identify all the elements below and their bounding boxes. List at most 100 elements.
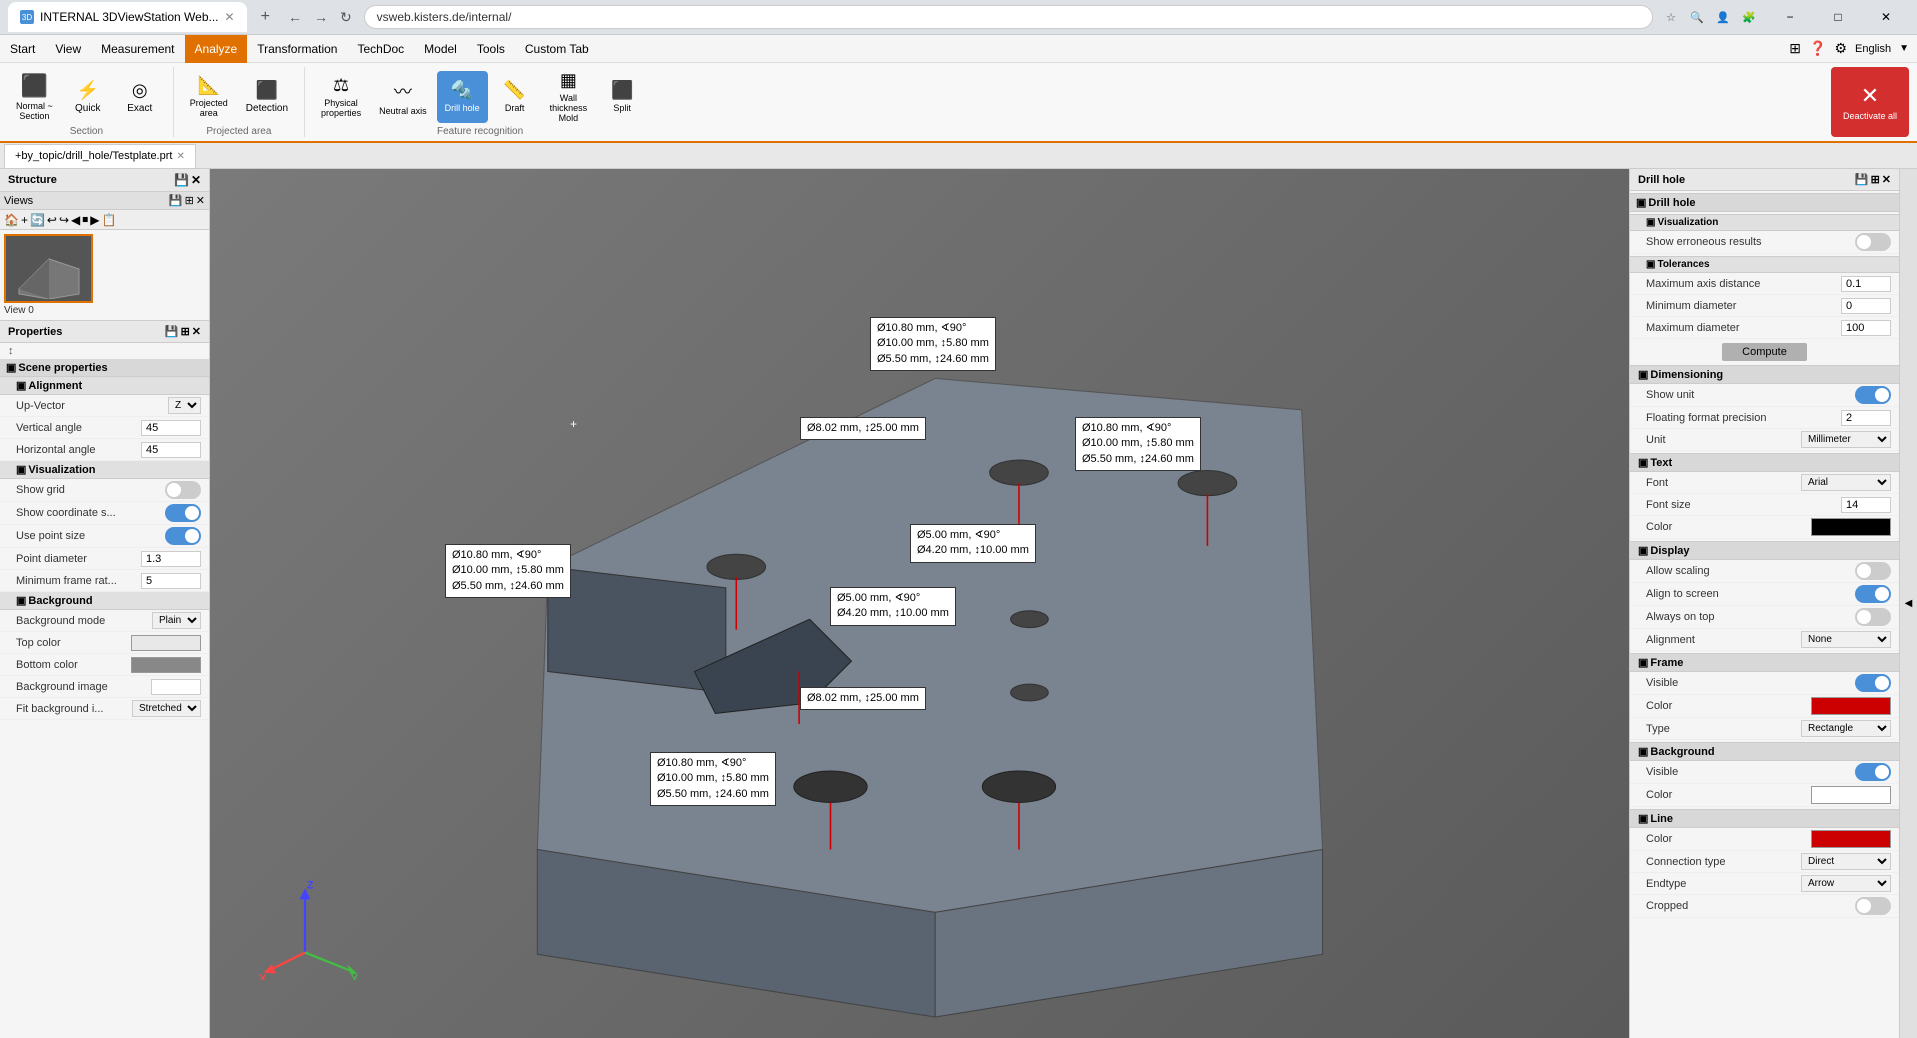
close-panel-icon[interactable]: ✕ <box>191 173 201 187</box>
menu-model[interactable]: Model <box>414 35 467 63</box>
background-mode-select[interactable]: Plain <box>152 612 201 629</box>
home-view-icon[interactable]: 🏠 <box>4 213 19 227</box>
extensions-icon[interactable]: 🧩 <box>1739 7 1759 27</box>
prev-view-icon[interactable]: ◀ <box>71 213 80 227</box>
address-bar[interactable]: vsweb.kisters.de/internal/ <box>364 5 1653 29</box>
toolbar-btn-exact[interactable]: ◎ Exact <box>115 71 165 123</box>
align-to-screen-toggle[interactable] <box>1855 585 1891 603</box>
visualization-section[interactable]: ▣ Visualization <box>0 461 209 479</box>
redo-view-icon[interactable]: ↪ <box>59 213 69 227</box>
max-diameter-input[interactable] <box>1841 320 1891 336</box>
layout-icon[interactable]: ⊞ <box>1789 40 1801 57</box>
show-unit-toggle[interactable] <box>1855 386 1891 404</box>
next-view-icon[interactable]: ▶ <box>90 213 99 227</box>
drill-hole-main-section[interactable]: ▣ Drill hole <box>1630 193 1899 212</box>
min-frame-rate-input[interactable] <box>141 573 201 589</box>
point-diameter-input[interactable] <box>141 551 201 567</box>
cropped-toggle[interactable] <box>1855 897 1891 915</box>
line-color-swatch[interactable] <box>1811 830 1891 848</box>
search-icon[interactable]: 🔍 <box>1687 7 1707 27</box>
max-axis-dist-input[interactable] <box>1841 276 1891 292</box>
toolbar-btn-projected[interactable]: 📐 Projectedarea <box>182 71 236 123</box>
view-thumb-0[interactable] <box>4 234 93 303</box>
dimensioning-section[interactable]: ▣ Dimensioning <box>1630 365 1899 384</box>
allow-scaling-toggle[interactable] <box>1855 562 1891 580</box>
bottom-color-swatch[interactable] <box>131 657 201 673</box>
minimize-button[interactable]: − <box>1767 1 1813 33</box>
props-save-icon[interactable]: 💾 <box>165 325 179 338</box>
views-label[interactable]: Views <box>4 195 33 207</box>
connection-type-select[interactable]: Direct <box>1801 853 1891 870</box>
menu-start[interactable]: Start <box>0 35 45 63</box>
settings-icon[interactable]: ⚙ <box>1834 40 1847 57</box>
toolbar-btn-detection[interactable]: ⬛ Detection <box>238 71 296 123</box>
unit-select[interactable]: Millimeter <box>1801 431 1891 448</box>
menu-transformation[interactable]: Transformation <box>247 35 347 63</box>
frame-type-select[interactable]: Rectangle <box>1801 720 1891 737</box>
toolbar-btn-physical[interactable]: ⚖ Physicalproperties <box>313 71 369 123</box>
float-format-input[interactable] <box>1841 410 1891 426</box>
background-image-input[interactable] <box>151 679 201 695</box>
bg-visible-toggle[interactable] <box>1855 763 1891 781</box>
background-section[interactable]: ▣ Background <box>0 592 209 610</box>
bg-section[interactable]: ▣ Background <box>1630 742 1899 761</box>
stop-view-icon[interactable]: ⏹ <box>82 212 88 227</box>
refresh-button[interactable]: ↻ <box>336 5 356 30</box>
sidebar-collapse[interactable]: ◀ <box>1899 169 1917 1038</box>
back-button[interactable]: ← <box>284 5 306 29</box>
browser-tab-close[interactable]: ✕ <box>225 10 235 24</box>
bg-color-swatch[interactable] <box>1811 786 1891 804</box>
close-button[interactable]: ✕ <box>1863 1 1909 33</box>
menu-custom-tab[interactable]: Custom Tab <box>515 35 599 63</box>
viewport[interactable]: Ø10.80 mm, ∢90° Ø10.00 mm, ↕5.80 mm Ø5.5… <box>210 169 1629 1038</box>
layout-icon[interactable]: ⊞ <box>185 194 194 207</box>
save-view-icon[interactable]: 💾 <box>174 173 189 187</box>
undo-view-icon[interactable]: ↩ <box>47 213 57 227</box>
close-views-icon[interactable]: ✕ <box>196 194 205 207</box>
toolbar-btn-wall-thickness[interactable]: ▦ WallthicknessMold <box>542 71 596 123</box>
add-view-icon[interactable]: + <box>21 213 28 227</box>
toolbar-btn-split[interactable]: ⬛ Split <box>597 71 647 123</box>
tolerances-sub-section[interactable]: ▣ Tolerances <box>1630 256 1899 273</box>
right-panel-layout-icon[interactable]: ⊞ <box>1871 173 1880 186</box>
deactivate-all-button[interactable]: ✕ Deactivate all <box>1831 67 1909 137</box>
maximize-button[interactable]: □ <box>1815 1 1861 33</box>
toolbar-btn-neutral[interactable]: 〰 Neutral axis <box>371 71 435 123</box>
show-coordinate-toggle[interactable] <box>165 504 201 522</box>
frame-color-swatch[interactable] <box>1811 697 1891 715</box>
top-color-swatch[interactable] <box>131 635 201 651</box>
browser-tab[interactable]: 3D INTERNAL 3DViewStation Web... ✕ <box>8 2 247 32</box>
file-tab[interactable]: +by_topic/drill_hole/Testplate.prt ✕ <box>4 144 196 168</box>
show-erroneous-toggle[interactable] <box>1855 233 1891 251</box>
endtype-select[interactable]: Arrow <box>1801 875 1891 892</box>
menu-measurement[interactable]: Measurement <box>91 35 184 63</box>
language-dropdown[interactable]: ▼ <box>1899 43 1909 54</box>
right-panel-close-icon[interactable]: ✕ <box>1882 173 1891 186</box>
show-grid-toggle[interactable] <box>165 481 201 499</box>
display-section[interactable]: ▣ Display <box>1630 541 1899 560</box>
frame-visible-toggle[interactable] <box>1855 674 1891 692</box>
save-icon[interactable]: 💾 <box>169 194 183 207</box>
right-panel-save-icon[interactable]: 💾 <box>1855 173 1869 186</box>
help-icon[interactable]: ❓ <box>1809 40 1826 57</box>
copy-view-icon[interactable]: 📋 <box>102 213 117 227</box>
viz-sub-section[interactable]: ▣ Visualization <box>1630 214 1899 231</box>
bookmark-icon[interactable]: ☆ <box>1661 7 1681 27</box>
toolbar-btn-drillhole[interactable]: 🔩 Drill hole <box>437 71 488 123</box>
font-select[interactable]: Arial <box>1801 474 1891 491</box>
vertical-angle-input[interactable] <box>141 420 201 436</box>
refresh-view-icon[interactable]: 🔄 <box>30 213 45 227</box>
toolbar-btn-quick[interactable]: ⚡ Quick <box>63 71 113 123</box>
text-color-swatch[interactable] <box>1811 518 1891 536</box>
menu-tools[interactable]: Tools <box>467 35 515 63</box>
use-point-size-toggle[interactable] <box>165 527 201 545</box>
always-on-top-toggle[interactable] <box>1855 608 1891 626</box>
menu-techdoc[interactable]: TechDoc <box>347 35 414 63</box>
props-layout-icon[interactable]: ⊞ <box>181 325 190 338</box>
frame-section[interactable]: ▣ Frame <box>1630 653 1899 672</box>
font-size-input[interactable] <box>1841 497 1891 513</box>
fit-background-select[interactable]: Stretched <box>132 700 201 717</box>
menu-analyze[interactable]: Analyze <box>185 35 248 63</box>
toolbar-btn-draft[interactable]: 📏 Draft <box>490 71 540 123</box>
structure-label[interactable]: Structure <box>8 174 57 186</box>
